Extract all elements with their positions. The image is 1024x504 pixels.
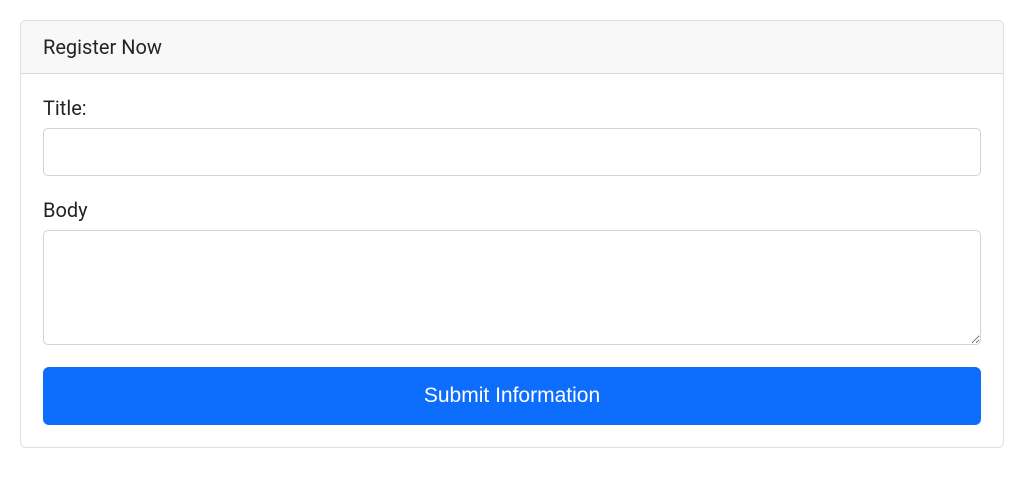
body-label: Body [43,198,981,222]
title-label: Title: [43,96,981,120]
title-group: Title: [43,96,981,176]
body-textarea[interactable] [43,230,981,345]
card-header: Register Now [21,21,1003,74]
body-group: Body [43,198,981,345]
title-input[interactable] [43,128,981,176]
submit-button[interactable]: Submit Information [43,367,981,425]
register-card: Register Now Title: Body Submit Informat… [20,20,1004,448]
card-body: Title: Body Submit Information [21,74,1003,447]
